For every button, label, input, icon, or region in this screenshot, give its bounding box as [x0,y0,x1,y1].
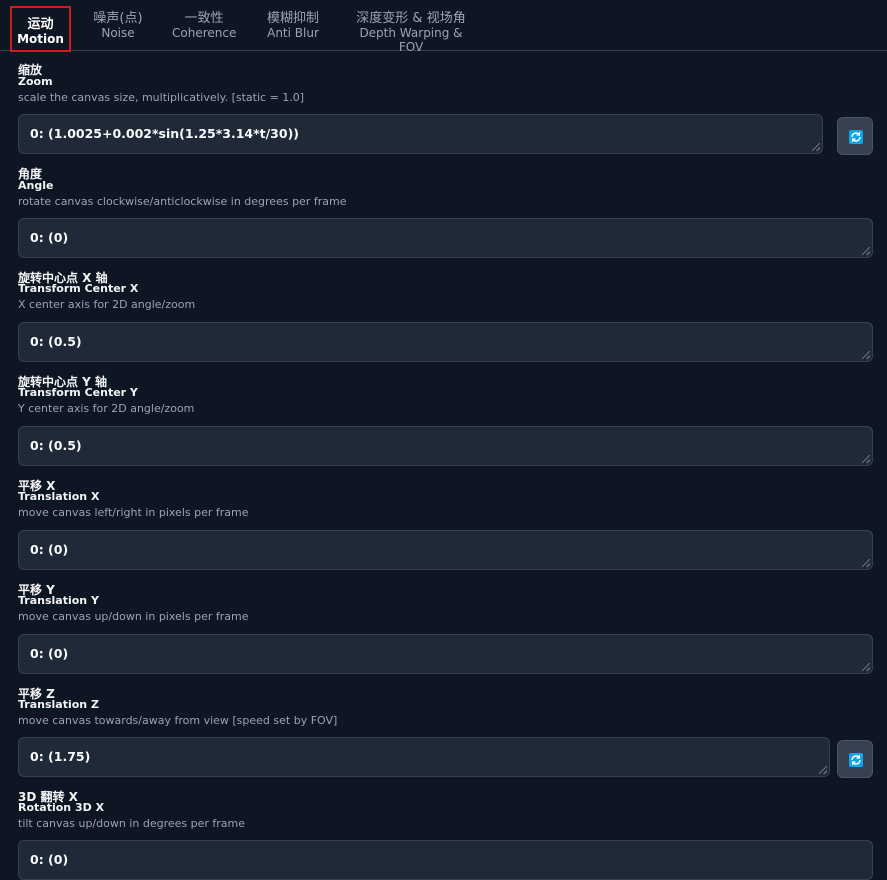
translation-x-input[interactable]: 0: (0) [18,530,873,570]
tab-coherence-en: Coherence [172,26,237,40]
translation-x-title-en: Translation X [18,490,100,503]
translation-z-input[interactable]: 0: (1.75) [18,737,830,777]
resize-handle-icon[interactable] [862,455,870,463]
translation-z-value: 0: (1.75) [30,749,91,764]
tab-depth-warping-zh: 深度变形 & 视场角 [356,11,466,26]
transform-center-y-input[interactable]: 0: (0.5) [18,426,873,466]
tab-motion-zh: 运动 [27,17,54,32]
translation-z-title-en: Translation Z [18,698,99,711]
tab-noise-zh: 噪声(点) [93,11,143,26]
angle-title-en: Angle [18,179,54,192]
resize-handle-icon[interactable] [862,559,870,567]
translation-y-value: 0: (0) [30,646,69,661]
tab-motion[interactable]: 运动 Motion [10,6,71,52]
tab-depth-warping-en: Depth Warping & FOV [359,26,463,54]
tab-noise[interactable]: 噪声(点) Noise [92,11,144,41]
refresh-icon [849,753,863,767]
translation-z-refresh-button[interactable] [837,740,873,778]
tab-coherence[interactable]: 一致性 Coherence [172,11,237,41]
transform-center-x-title-en: Transform Center X [18,282,139,295]
translation-y-input[interactable]: 0: (0) [18,634,873,674]
transform-center-x-input[interactable]: 0: (0.5) [18,322,873,362]
translation-x-value: 0: (0) [30,542,69,557]
zoom-value: 0: (1.0025+0.002*sin(1.25*3.14*t/30)) [30,126,300,141]
tab-motion-en: Motion [17,32,64,46]
tab-anti-blur-en: Anti Blur [267,26,319,40]
rotation-3d-x-input[interactable]: 0: (0) [18,840,873,880]
rotation-3d-x-title-en: Rotation 3D X [18,801,105,814]
tab-bar: 运动 Motion 噪声(点) Noise 一致性 Coherence 模糊抑制… [0,0,887,55]
rotation-3d-x-description: tilt canvas up/down in degrees per frame [18,817,245,830]
transform-center-y-description: Y center axis for 2D angle/zoom [18,402,195,415]
translation-y-description: move canvas up/down in pixels per frame [18,610,249,623]
translation-z-description: move canvas towards/away from view [spee… [18,714,338,727]
resize-handle-icon[interactable] [862,247,870,255]
rotation-3d-x-value: 0: (0) [30,852,69,867]
transform-center-y-title-en: Transform Center Y [18,386,138,399]
translation-y-title-en: Translation Y [18,594,99,607]
tab-anti-blur-zh: 模糊抑制 [266,11,319,26]
tab-noise-en: Noise [101,26,135,40]
refresh-icon [849,130,863,144]
angle-description: rotate canvas clockwise/anticlockwise in… [18,195,347,208]
zoom-title-en: Zoom [18,75,53,88]
resize-handle-icon[interactable] [819,766,827,774]
resize-handle-icon[interactable] [812,143,820,151]
tab-anti-blur[interactable]: 模糊抑制 Anti Blur [262,11,324,41]
tab-depth-warping[interactable]: 深度变形 & 视场角 Depth Warping & FOV [350,11,472,55]
transform-center-x-value: 0: (0.5) [30,334,82,349]
angle-input[interactable]: 0: (0) [18,218,873,258]
zoom-input[interactable]: 0: (1.0025+0.002*sin(1.25*3.14*t/30)) [18,114,823,154]
resize-handle-icon[interactable] [862,351,870,359]
angle-value: 0: (0) [30,230,69,245]
transform-center-x-description: X center axis for 2D angle/zoom [18,298,196,311]
zoom-refresh-button[interactable] [837,117,873,155]
zoom-description: scale the canvas size, multiplicatively.… [18,91,305,104]
tab-coherence-zh: 一致性 [184,11,224,26]
transform-center-y-value: 0: (0.5) [30,438,82,453]
translation-x-description: move canvas left/right in pixels per fra… [18,506,249,519]
resize-handle-icon[interactable] [862,663,870,671]
